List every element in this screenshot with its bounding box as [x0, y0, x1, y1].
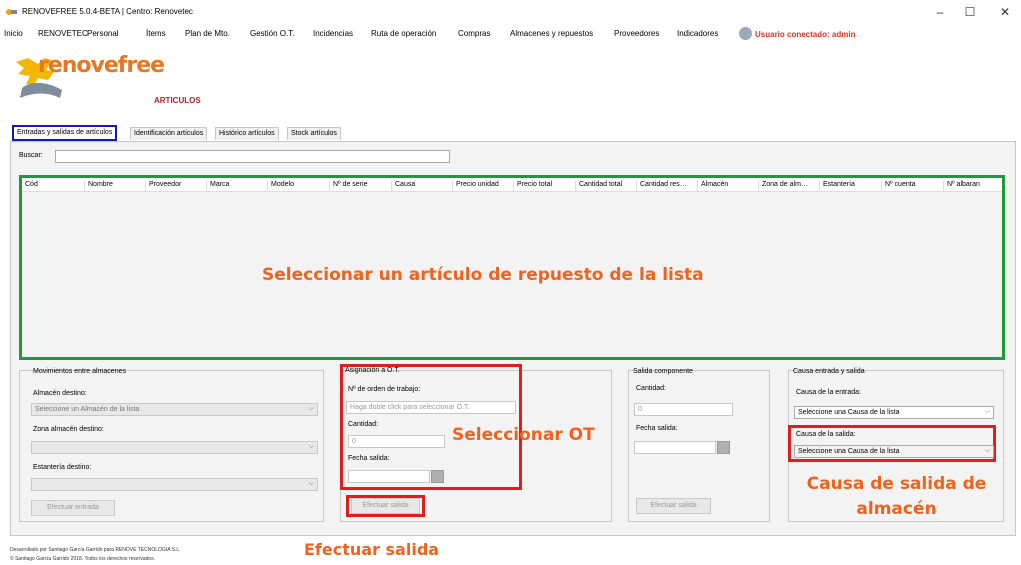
window-title: RENOVEFREE 5.0.4-BETA | Centro: Renovete…	[22, 7, 193, 16]
annotation-select-article: Seleccionar un artículo de repuesto de l…	[262, 265, 704, 285]
annotation-select-ot: Seleccionar OT	[452, 425, 595, 445]
col-num-albaran[interactable]: Nº albaran	[944, 181, 1002, 192]
col-num-serie[interactable]: Nº de serie	[330, 181, 392, 192]
col-cantidad-total[interactable]: Cantidad total	[576, 181, 637, 192]
component-qty-input[interactable]: 0	[634, 403, 733, 416]
chevron-down-icon: ⌵	[308, 480, 314, 487]
ot-order-field[interactable]: Haga doble click para seleccionar O.T.	[346, 401, 516, 414]
entry-cause-value: Seleccione una Causa de la lista	[798, 409, 900, 416]
exit-cause-label: Causa de la salida:	[796, 431, 856, 438]
dest-zone-select[interactable]: ⌵	[31, 441, 318, 454]
search-input[interactable]	[55, 150, 450, 163]
menu-items[interactable]: Ítems	[146, 29, 166, 38]
dest-shelf-label: Estantería destino:	[33, 464, 92, 471]
close-button[interactable]: ✕	[990, 5, 1020, 19]
tab-entradas-salidas[interactable]: Entradas y salidas de artículos	[12, 125, 118, 141]
efectuar-salida-component-button[interactable]: Efectuar salida	[636, 498, 711, 514]
annotation-do-exit: Efectuar salida	[304, 540, 440, 559]
col-proveedor[interactable]: Proveedor	[146, 181, 207, 192]
menu-indicadores[interactable]: Indicadores	[677, 29, 718, 38]
col-precio-unidad[interactable]: Precio unidad	[453, 181, 514, 192]
search-label: Buscar:	[19, 152, 43, 159]
annotation-exit-cause: Causa de salida de almacén	[806, 474, 987, 519]
component-qty-label: Cantidad:	[636, 385, 666, 392]
menu-proveedores[interactable]: Proveedores	[614, 29, 659, 38]
ot-qty-input[interactable]: 0	[348, 435, 445, 448]
tab-identificacion[interactable]: Identificación artículos	[130, 127, 208, 140]
footer-developed-by: Desarrollado por Santiago García Garrido…	[10, 547, 181, 553]
dest-warehouse-value: Seleccione un Almacén de la lista	[35, 406, 140, 413]
col-nombre[interactable]: Nombre	[85, 181, 146, 192]
col-modelo[interactable]: Modelo	[268, 181, 330, 192]
menu-renovetec[interactable]: RENOVETEC	[38, 29, 88, 38]
menu-almacenes-repuestos[interactable]: Almacenes y repuestos	[510, 29, 593, 38]
efectuar-entrada-button[interactable]: Efectuar entrada	[31, 500, 115, 516]
ot-date-label: Fecha salida:	[348, 455, 390, 462]
menu-personal[interactable]: Personal	[87, 29, 119, 38]
minimize-button[interactable]: –	[925, 5, 955, 19]
exit-cause-select[interactable]: Seleccione una Causa de la lista ⌵	[794, 445, 994, 458]
col-marca[interactable]: Marca	[207, 181, 268, 192]
ot-order-label: Nº de orden de trabajo:	[348, 386, 421, 393]
user-icon	[739, 27, 752, 40]
footer-copyright: © Santiago García Garrido 2018. Todos lo…	[10, 556, 156, 562]
ot-date-input[interactable]	[348, 470, 430, 483]
user-label: Usuario conectado: admin	[755, 30, 856, 39]
component-date-input[interactable]	[634, 441, 716, 454]
col-precio-total[interactable]: Precio total	[514, 181, 576, 192]
menu-compras[interactable]: Compras	[458, 29, 490, 38]
page-title: ARTICULOS	[154, 96, 201, 105]
col-estanteria[interactable]: Estantería	[820, 181, 882, 192]
efectuar-salida-ot-button[interactable]: Efectuar salida	[351, 498, 420, 514]
ot-title: Asignación a O.T.	[345, 367, 400, 374]
chevron-down-icon: ⌵	[984, 447, 990, 454]
dest-shelf-select[interactable]: ⌵	[31, 478, 318, 491]
title-bar: RENOVEFREE 5.0.4-BETA | Centro: Renovete…	[0, 0, 1021, 26]
exit-cause-value: Seleccione una Causa de la lista	[798, 448, 900, 455]
tab-historico[interactable]: Histórico artículos	[215, 127, 279, 140]
calendar-icon[interactable]	[431, 470, 444, 483]
maximize-button[interactable]: ☐	[955, 5, 985, 19]
component-title: Salida componente	[633, 368, 693, 375]
dest-warehouse-select[interactable]: Seleccione un Almacén de la lista ⌵	[31, 403, 318, 416]
tab-stock[interactable]: Stock artículos	[287, 127, 341, 140]
movements-title: Movimientos entre almacenes	[33, 368, 126, 375]
col-almacen[interactable]: Almacén	[698, 181, 759, 192]
dest-zone-label: Zona almacén destino:	[33, 426, 104, 433]
menu-plan-mto[interactable]: Plan de Mto.	[185, 29, 230, 38]
menu-inicio[interactable]: Inicio	[4, 29, 23, 38]
col-cantidad-res[interactable]: Cantidad res…	[637, 181, 698, 192]
entry-cause-label: Causa de la entrada:	[796, 389, 861, 396]
col-cod[interactable]: Cód	[22, 181, 85, 192]
col-causa[interactable]: Causa	[392, 181, 453, 192]
dest-warehouse-label: Almacén destino:	[33, 390, 87, 397]
chevron-down-icon: ⌵	[984, 408, 990, 415]
logo-text: renovefree	[38, 53, 165, 78]
col-zona[interactable]: Zona de alm…	[759, 181, 820, 192]
entry-cause-select[interactable]: Seleccione una Causa de la lista ⌵	[794, 406, 994, 419]
menu-ruta-operacion[interactable]: Ruta de operación	[371, 29, 436, 38]
menu-bar: Inicio RENOVETEC Personal Ítems Plan de …	[0, 26, 1021, 42]
chevron-down-icon: ⌵	[308, 405, 314, 412]
ot-qty-label: Cantidad:	[348, 421, 378, 428]
renovefree-logo: renovefree	[8, 50, 165, 106]
calendar-icon[interactable]	[717, 441, 730, 454]
chevron-down-icon: ⌵	[308, 443, 314, 450]
app-logo-icon	[6, 9, 17, 15]
col-num-cuenta[interactable]: Nº cuenta	[882, 181, 944, 192]
component-date-label: Fecha salida:	[636, 425, 678, 432]
cause-title: Causa entrada y salida	[793, 368, 865, 375]
menu-gestion-ot[interactable]: Gestión O.T.	[250, 29, 294, 38]
menu-incidencias[interactable]: Incidencias	[313, 29, 353, 38]
grid-header: Cód Nombre Proveedor Marca Modelo Nº de …	[22, 178, 1002, 192]
